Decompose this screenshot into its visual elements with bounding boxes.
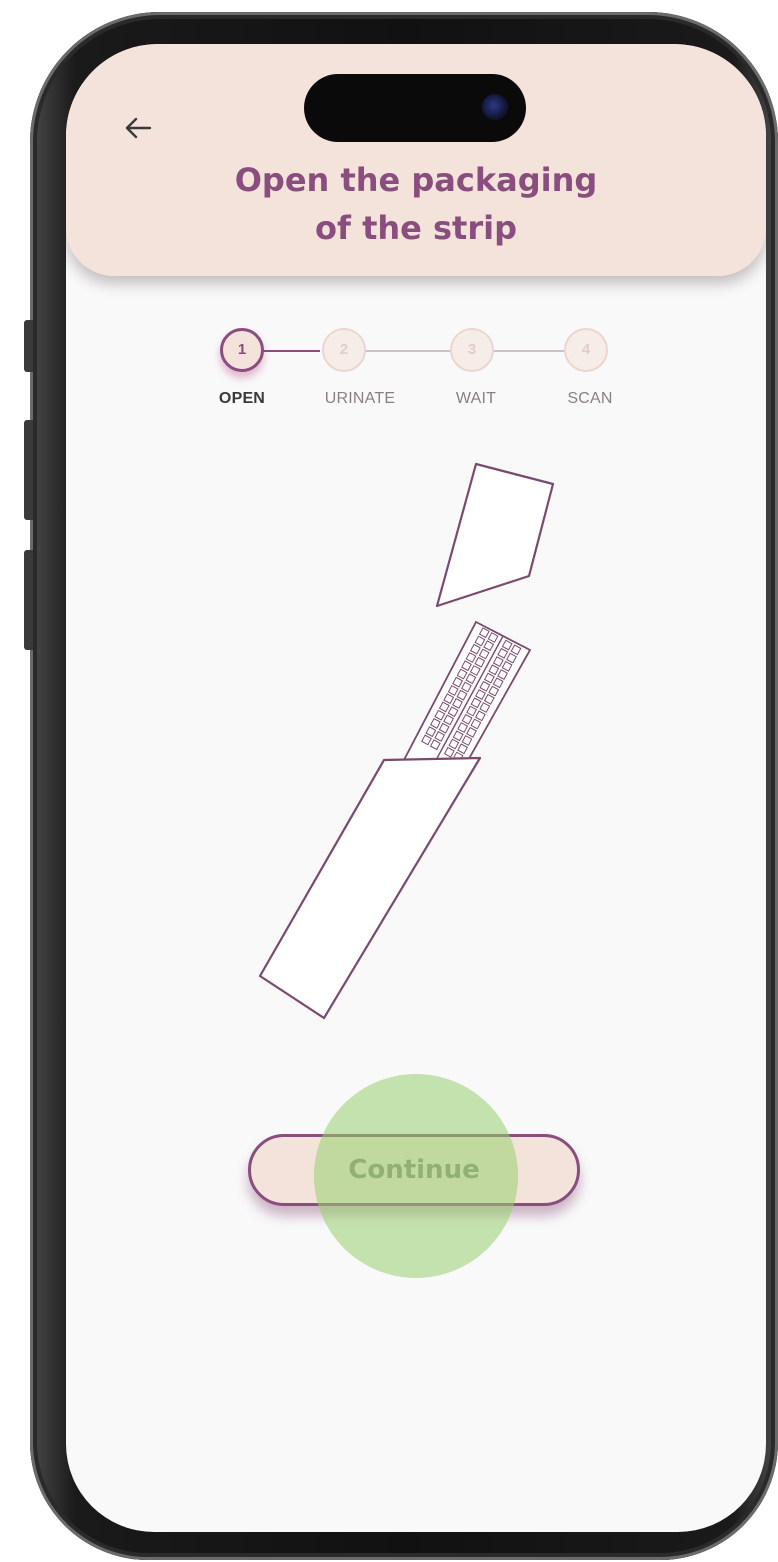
packaging-sleeve <box>258 756 482 1020</box>
volume-up-button <box>24 420 33 520</box>
app-screen: Open the packaging of the strip 1 2 3 4 … <box>66 44 766 1532</box>
torn-packaging-piece <box>435 462 555 608</box>
continue-button[interactable]: Continue <box>248 1134 580 1206</box>
open-packaging-illustration <box>258 462 555 1020</box>
silent-switch <box>24 320 33 372</box>
volume-down-button <box>24 550 33 650</box>
test-strip <box>402 620 532 765</box>
